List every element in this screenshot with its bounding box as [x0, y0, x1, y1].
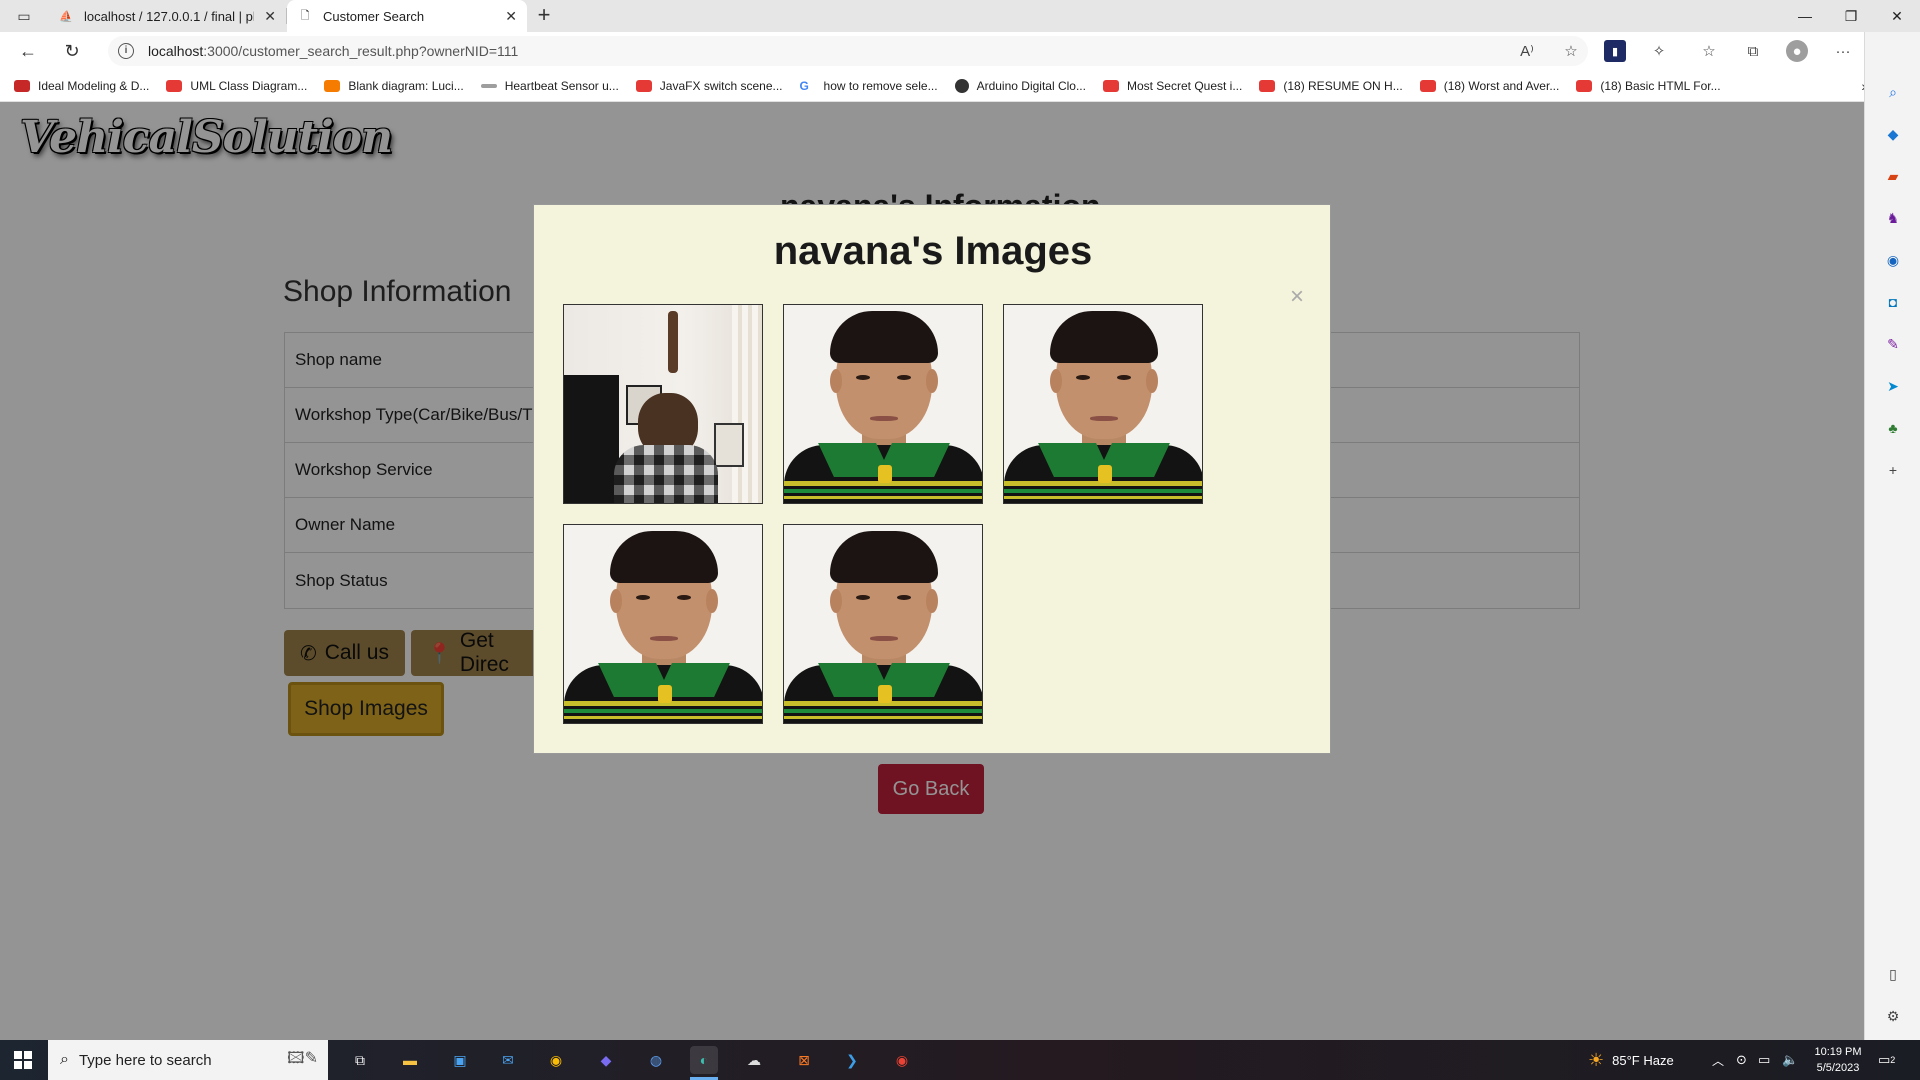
bookmark-item[interactable]: Ghow to remove sele...: [800, 79, 938, 93]
bookmark-item[interactable]: (18) RESUME ON H...: [1259, 79, 1403, 93]
xampp-icon[interactable]: ⊠: [790, 1046, 818, 1074]
back-button[interactable]: ←: [14, 37, 42, 65]
search-icon[interactable]: ⌕: [1883, 82, 1903, 102]
youtube-icon: [1259, 79, 1276, 92]
phpmyadmin-icon: ⛵: [59, 10, 73, 23]
modal-title: navana's Images: [773, 229, 1093, 273]
outlook-icon[interactable]: ◘: [1883, 292, 1903, 312]
taskbar-search-box[interactable]: ⌕ Type here to search 🖾✎: [48, 1040, 328, 1080]
tree-icon[interactable]: ♣: [1883, 418, 1903, 438]
close-icon[interactable]: ✕: [264, 8, 276, 25]
youtube-icon: [1419, 79, 1436, 92]
bookmark-item[interactable]: JavaFX switch scene...: [635, 79, 783, 93]
briefcase-icon[interactable]: ▰: [1883, 166, 1903, 186]
extensions-icon[interactable]: ✧: [1648, 40, 1670, 62]
designer-icon[interactable]: ✎: [1883, 334, 1903, 354]
gear-icon[interactable]: ⚙: [1883, 1006, 1903, 1026]
lucid-icon: [324, 79, 341, 92]
weather-icon: ☀: [1588, 1049, 1605, 1070]
more-icon[interactable]: ···: [1832, 40, 1854, 62]
minimize-button[interactable]: —: [1782, 0, 1828, 32]
mail-icon[interactable]: ✉: [494, 1046, 522, 1074]
restore-button[interactable]: ❐: [1828, 0, 1874, 32]
bookmark-icon: [14, 79, 30, 92]
bookmark-item[interactable]: (18) Basic HTML For...: [1576, 79, 1721, 93]
chevron-up-icon[interactable]: ︿: [1712, 1040, 1724, 1080]
bookmark-item[interactable]: Ideal Modeling & D...: [14, 79, 149, 93]
app-icon[interactable]: ☁: [740, 1046, 768, 1074]
youtube-icon: [1576, 79, 1593, 92]
youtube-icon: [1102, 79, 1119, 92]
tab-actions-icon[interactable]: ▭: [10, 6, 38, 26]
games-icon[interactable]: ♞: [1883, 208, 1903, 228]
network-icon[interactable]: ▭: [1758, 1040, 1770, 1080]
bookmark-item[interactable]: Blank diagram: Luci...: [324, 79, 464, 93]
system-clock[interactable]: 10:19 PM 5/5/2023: [1808, 1044, 1868, 1076]
file-explorer-icon[interactable]: ▬: [396, 1046, 424, 1074]
tag-icon[interactable]: ◆: [1883, 124, 1903, 144]
close-icon[interactable]: ×: [1290, 285, 1304, 309]
window-close-button[interactable]: ✕: [1874, 0, 1920, 32]
browser-toolbar: ← ↻ i localhost:3000/customer_search_res…: [0, 32, 1920, 70]
add-icon[interactable]: +: [1883, 460, 1903, 480]
task-view-icon[interactable]: ⧉: [346, 1046, 374, 1074]
shop-image-thumbnail[interactable]: [783, 304, 983, 504]
chrome-icon[interactable]: ◉: [542, 1046, 570, 1074]
favorites-icon[interactable]: ☆: [1698, 40, 1720, 62]
sidebar-toggle-icon[interactable]: ▯: [1883, 964, 1903, 984]
bookmark-icon: [480, 83, 497, 88]
edge-icon[interactable]: ◐: [690, 1046, 718, 1074]
shop-image-thumbnail[interactable]: [783, 524, 983, 724]
favorite-icon[interactable]: ☆: [1560, 40, 1582, 62]
bookmark-item[interactable]: (18) Worst and Aver...: [1419, 79, 1559, 93]
youtube-icon: [166, 79, 183, 92]
tab-customer-search[interactable]: 🗋 Customer Search ✕: [287, 0, 527, 32]
bookmark-item[interactable]: UML Class Diagram...: [166, 79, 307, 93]
shop-image-thumbnail[interactable]: [563, 304, 763, 504]
search-icon: ⌕: [60, 1051, 69, 1068]
google-icon: G: [799, 78, 809, 93]
read-aloud-icon[interactable]: A⁾: [1516, 40, 1538, 62]
close-icon[interactable]: ✕: [505, 8, 517, 25]
store-icon[interactable]: ▣: [446, 1046, 474, 1074]
bookmark-item[interactable]: Heartbeat Sensor u...: [480, 79, 619, 93]
windows-taskbar: ⌕ Type here to search 🖾✎ ⧉ ▬ ▣ ✉ ◉ ◆ ◍ ◐…: [0, 1040, 1920, 1080]
refresh-button[interactable]: ↻: [58, 37, 86, 65]
app-icon[interactable]: ◍: [642, 1046, 670, 1074]
collections-icon[interactable]: ⧉: [1742, 40, 1764, 62]
app-icon[interactable]: ◆: [592, 1046, 620, 1074]
site-info-icon[interactable]: i: [118, 43, 134, 59]
shop-image-thumbnail[interactable]: [563, 524, 763, 724]
youtube-icon: [635, 79, 652, 92]
address-bar[interactable]: i localhost:3000/customer_search_result.…: [108, 36, 1588, 66]
tray-icon[interactable]: ⊙: [1736, 1040, 1747, 1080]
vscode-icon[interactable]: ❯: [838, 1046, 866, 1074]
edge-sidebar: ⌕ ◆ ▰ ♞ ◉ ◘ ✎ ➤ ♣ + ▯ ⚙: [1864, 32, 1920, 1040]
notifications-icon[interactable]: ▭ 2: [1878, 1040, 1895, 1080]
send-icon[interactable]: ➤: [1883, 376, 1903, 396]
tab-phpmyadmin[interactable]: ⛵ localhost / 127.0.0.1 / final | php ✕: [48, 0, 286, 32]
chrome-icon[interactable]: ◉: [888, 1046, 916, 1074]
images-modal: navana's Images ×: [533, 204, 1331, 754]
search-highlight-icon: 🖾✎: [287, 1049, 318, 1067]
bookmark-item[interactable]: Most Secret Quest i...: [1102, 79, 1242, 93]
url-text: localhost:3000/customer_search_result.ph…: [148, 43, 519, 59]
weather-widget[interactable]: ☀ 85°F Haze: [1588, 1040, 1674, 1080]
new-tab-button[interactable]: +: [532, 3, 556, 27]
bookmarks-bar: Ideal Modeling & D... UML Class Diagram.…: [0, 70, 1880, 102]
windows-start-icon[interactable]: [14, 1051, 32, 1069]
tab-title: Customer Search: [323, 8, 425, 24]
shop-image-thumbnail[interactable]: [1003, 304, 1203, 504]
office-icon[interactable]: ◉: [1883, 250, 1903, 270]
profile-icon[interactable]: ●: [1786, 40, 1808, 62]
page-icon: 🗋: [300, 9, 310, 22]
extension-icon[interactable]: ▮: [1604, 40, 1626, 62]
page-content: VehicalSolution navana's Information Sho…: [0, 102, 1864, 1040]
volume-icon[interactable]: 🔈: [1782, 1040, 1798, 1080]
bookmark-item[interactable]: Arduino Digital Clo...: [954, 78, 1086, 93]
tab-bar: ▭ ⛵ localhost / 127.0.0.1 / final | php …: [0, 0, 1920, 32]
arduino-icon: [954, 78, 969, 93]
tab-title: localhost / 127.0.0.1 / final | php: [84, 8, 254, 24]
